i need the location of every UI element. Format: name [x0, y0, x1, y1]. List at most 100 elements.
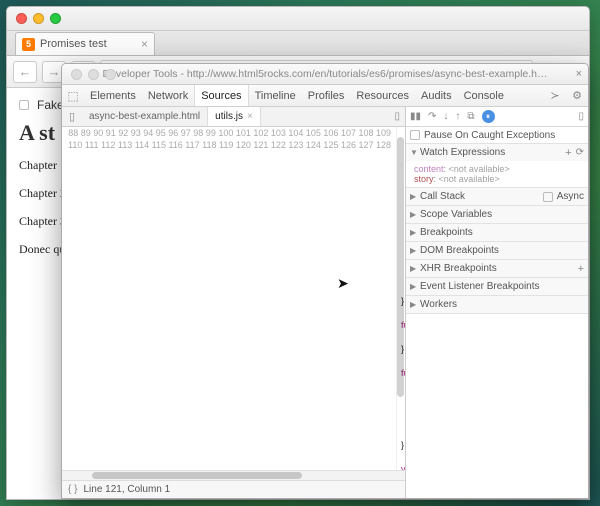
- pause-on-exc-icon[interactable]: ⏸: [482, 110, 495, 123]
- traffic-lights: [7, 13, 61, 24]
- xhr-bp-header[interactable]: ▶XHR Breakpoints+: [406, 260, 588, 277]
- chevron-right-icon: ▶: [410, 210, 420, 219]
- vertical-scrollbar[interactable]: [395, 127, 405, 470]
- file-tab-label: utils.js: [215, 111, 243, 122]
- tab-network[interactable]: Network: [142, 85, 194, 106]
- async-label: Async: [557, 191, 584, 202]
- scope-header[interactable]: ▶Scope Variables: [406, 206, 588, 223]
- chevron-right-icon: ▶: [410, 264, 420, 273]
- code-editor[interactable]: 88 89 90 91 92 93 94 95 96 97 98 99 100 …: [62, 127, 405, 470]
- close-icon[interactable]: [71, 69, 82, 80]
- chevron-right-icon: ▶: [410, 282, 420, 291]
- tab-audits[interactable]: Audits: [415, 85, 458, 106]
- callstack-header[interactable]: ▶ Call Stack Async: [406, 188, 588, 205]
- devtools-window: Developer Tools - http://www.html5rocks.…: [61, 63, 589, 499]
- section-label: XHR Breakpoints: [420, 263, 578, 274]
- cursor-icon: ➤: [337, 277, 349, 289]
- checkbox-icon[interactable]: [19, 100, 29, 110]
- file-tabs: ▯ async-best-example.html utils.js × ▯: [62, 107, 405, 127]
- event-bp-header[interactable]: ▶Event Listener Breakpoints: [406, 278, 588, 295]
- minimize-icon[interactable]: [88, 69, 99, 80]
- pause-on-caught-row[interactable]: Pause On Caught Exceptions: [406, 127, 588, 144]
- line-gutter: 88 89 90 91 92 93 94 95 96 97 98 99 100 …: [62, 127, 397, 470]
- deactivate-bp-icon[interactable]: ⧉: [467, 111, 474, 122]
- browser-tab[interactable]: 5 Promises test ×: [15, 32, 155, 55]
- step-out-icon[interactable]: ↑: [455, 111, 460, 122]
- collapse-sidebar-icon[interactable]: ▯: [578, 111, 584, 122]
- settings-icon[interactable]: ⚙: [566, 89, 588, 102]
- tab-elements[interactable]: Elements: [84, 85, 142, 106]
- checkbox-icon[interactable]: [410, 130, 420, 140]
- tab-timeline[interactable]: Timeline: [249, 85, 302, 106]
- sources-panel: ▯ async-best-example.html utils.js × ▯ 88…: [62, 107, 406, 498]
- chevron-right-icon: ▶: [410, 300, 420, 309]
- tab-profiles[interactable]: Profiles: [302, 85, 351, 106]
- watch-header[interactable]: ▼ Watch Expressions + ⟳: [406, 144, 588, 161]
- scope-section: ▶Scope Variables: [406, 206, 588, 224]
- cursor-position: Line 121, Column 1: [83, 484, 170, 495]
- event-bp-section: ▶Event Listener Breakpoints: [406, 278, 588, 296]
- breakpoints-section: ▶Breakpoints: [406, 224, 588, 242]
- xhr-bp-section: ▶XHR Breakpoints+: [406, 260, 588, 278]
- chevron-right-icon: ▶: [410, 246, 420, 255]
- refresh-icon[interactable]: ⟳: [576, 147, 584, 158]
- section-label: Call Stack: [420, 191, 543, 202]
- scrollbar-thumb[interactable]: [92, 472, 302, 479]
- dom-bp-section: ▶DOM Breakpoints: [406, 242, 588, 260]
- pause-on-caught-label: Pause On Caught Exceptions: [424, 130, 555, 141]
- callstack-section: ▶ Call Stack Async: [406, 188, 588, 206]
- close-icon[interactable]: [16, 13, 27, 24]
- horizontal-scrollbar[interactable]: [62, 470, 405, 480]
- step-into-icon[interactable]: ↓: [443, 111, 448, 122]
- tab-sources[interactable]: Sources: [194, 85, 248, 106]
- tab-console[interactable]: Console: [458, 85, 510, 106]
- drawer-icon[interactable]: ≻: [544, 89, 566, 102]
- back-button[interactable]: ←: [13, 61, 37, 83]
- minimize-icon[interactable]: [33, 13, 44, 24]
- navigator-icon[interactable]: ▯: [62, 110, 82, 123]
- close-tab-icon[interactable]: ×: [141, 37, 148, 51]
- watch-key: content: [414, 164, 444, 174]
- chevron-down-icon: ▼: [410, 148, 420, 157]
- watch-val: <not available>: [439, 174, 500, 184]
- section-label: DOM Breakpoints: [420, 245, 584, 256]
- watch-item[interactable]: content: <not available>: [414, 164, 580, 174]
- maximize-icon[interactable]: [105, 69, 116, 80]
- chevron-right-icon: ▶: [410, 192, 420, 201]
- watch-body: content: <not available> story: <not ava…: [406, 161, 588, 187]
- pause-icon[interactable]: ▮▮: [410, 111, 421, 122]
- add-xhr-icon[interactable]: +: [578, 263, 584, 275]
- editor-status: { } Line 121, Column 1: [62, 480, 405, 498]
- browser-tabs: 5 Promises test ×: [7, 31, 589, 56]
- traffic-lights: [62, 69, 116, 80]
- async-checkbox[interactable]: [543, 192, 553, 202]
- section-label: Event Listener Breakpoints: [420, 281, 584, 292]
- workers-header[interactable]: ▶Workers: [406, 296, 588, 313]
- debugger-toolbar: ▮▮ ↷ ↓ ↑ ⧉ ⏸ ▯: [406, 107, 588, 127]
- watch-key: story: [414, 174, 434, 184]
- scrollbar-thumb[interactable]: [397, 137, 404, 397]
- inspect-icon[interactable]: ⬚: [62, 89, 84, 103]
- maximize-icon[interactable]: [50, 13, 61, 24]
- debugger-sidebar: ▮▮ ↷ ↓ ↑ ⧉ ⏸ ▯ Pause On Caught Exception…: [406, 107, 588, 498]
- devtools-title: Developer Tools - http://www.html5rocks.…: [102, 68, 547, 80]
- dom-bp-header[interactable]: ▶DOM Breakpoints: [406, 242, 588, 259]
- more-tabs-icon[interactable]: ▯: [389, 111, 405, 122]
- devtools-titlebar[interactable]: Developer Tools - http://www.html5rocks.…: [62, 64, 588, 85]
- step-over-icon[interactable]: ↷: [428, 111, 436, 122]
- tab-resources[interactable]: Resources: [350, 85, 415, 106]
- section-label: Watch Expressions: [420, 147, 565, 158]
- watch-val: <not available>: [449, 164, 510, 174]
- add-watch-icon[interactable]: +: [565, 147, 571, 159]
- close-devtools-icon[interactable]: ×: [576, 68, 582, 80]
- devtools-body: ▯ async-best-example.html utils.js × ▯ 88…: [62, 107, 588, 498]
- workers-section: ▶Workers: [406, 296, 588, 314]
- breakpoints-header[interactable]: ▶Breakpoints: [406, 224, 588, 241]
- close-file-icon[interactable]: ×: [247, 111, 253, 122]
- file-tab-label: async-best-example.html: [89, 111, 200, 122]
- watch-item[interactable]: story: <not available>: [414, 174, 580, 184]
- section-label: Scope Variables: [420, 209, 584, 220]
- file-tab-active[interactable]: utils.js ×: [208, 107, 261, 126]
- pretty-print-icon[interactable]: { }: [68, 484, 77, 495]
- file-tab[interactable]: async-best-example.html: [82, 107, 208, 126]
